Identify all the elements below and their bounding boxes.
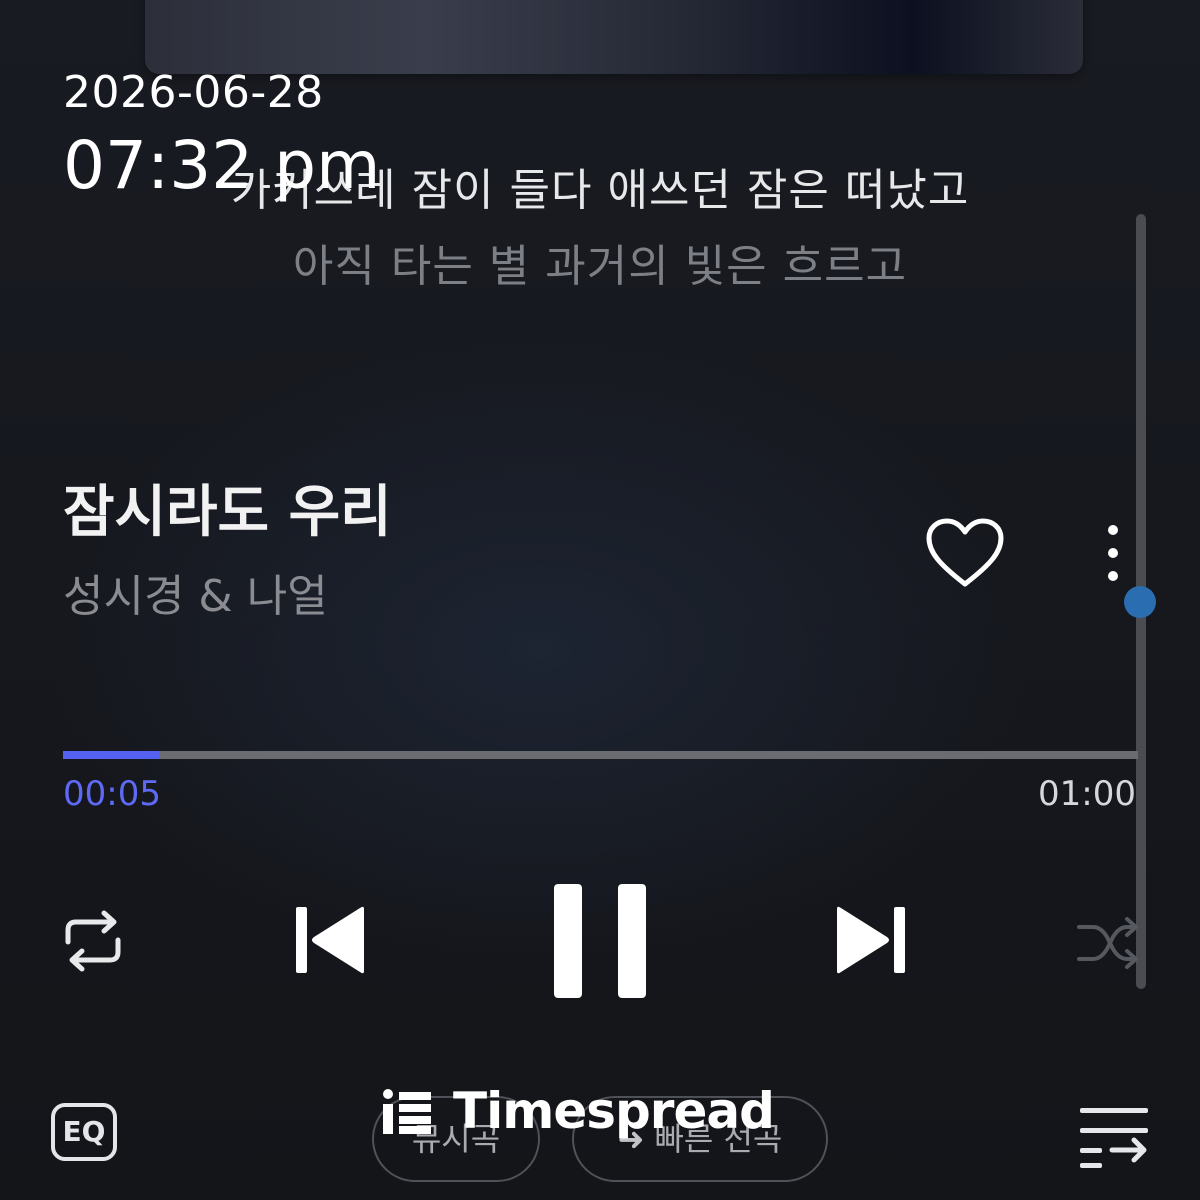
progress-fill [63, 751, 160, 759]
skip-next-icon [837, 906, 905, 974]
volume-scroll-thumb[interactable] [1124, 586, 1156, 618]
lyric-next-line[interactable]: 아직 타는 별 과거의 빛은 흐르고 [0, 240, 1200, 294]
watermark-text: Timespread [453, 1082, 775, 1140]
shuffle-icon [1077, 917, 1138, 969]
song-title: 잠시라도 우리 [63, 480, 392, 545]
music-player-screen: 2026-06-28 07:32 pm 카커쓰레 잠이 들다 애쓰던 잠은 떠났… [0, 0, 1200, 1200]
previous-track-button[interactable] [294, 905, 368, 975]
heart-icon [926, 518, 1004, 587]
playlist-queue-button[interactable] [1078, 1106, 1150, 1170]
date-overlay: 2026-06-28 [63, 67, 324, 118]
pause-button[interactable] [550, 882, 650, 1000]
watermark: Timespread [383, 1082, 775, 1140]
elapsed-time: 00:05 [63, 774, 161, 814]
artist-name[interactable]: 성시경 & 나얼 [63, 570, 328, 624]
album-art[interactable] [145, 0, 1083, 74]
playlist-queue-icon [1080, 1108, 1148, 1168]
like-button[interactable] [925, 518, 1005, 590]
progress-bar[interactable] [63, 751, 1138, 759]
total-duration: 01:00 [1038, 774, 1136, 814]
time-overlay: 07:32 pm [63, 127, 381, 204]
more-vertical-icon [1108, 525, 1118, 581]
repeat-button[interactable] [60, 910, 126, 972]
pause-icon [554, 884, 646, 998]
more-options-button[interactable] [1096, 520, 1130, 586]
shuffle-button[interactable] [1075, 915, 1141, 971]
repeat-icon [65, 910, 121, 972]
skip-previous-icon [296, 906, 364, 974]
timespread-logo-icon [383, 1089, 431, 1134]
equalizer-button[interactable]: EQ [51, 1103, 117, 1161]
next-track-button[interactable] [833, 905, 907, 975]
